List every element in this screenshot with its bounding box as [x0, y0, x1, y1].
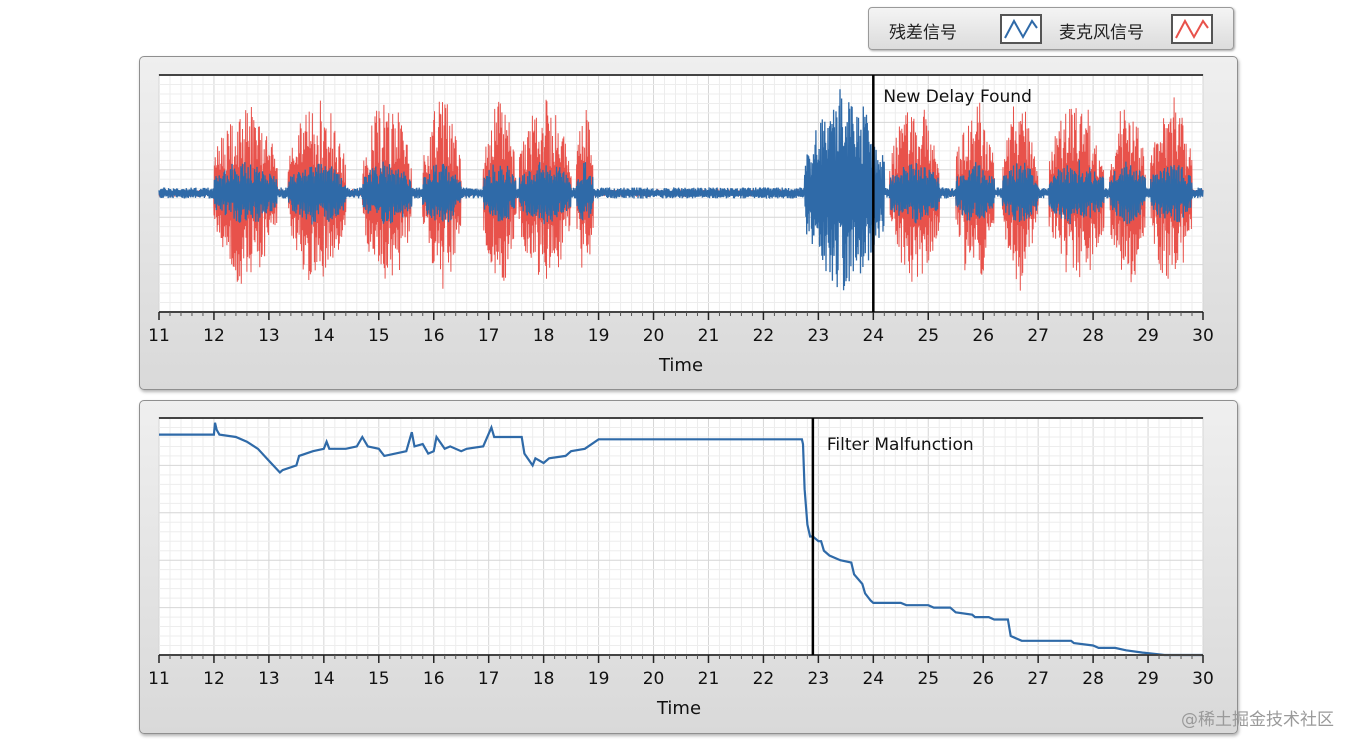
x-tick-label: 27 — [1027, 326, 1049, 346]
x-tick-label: 13 — [258, 326, 280, 346]
x-tick-label: 19 — [588, 326, 610, 346]
x-tick-label: 11 — [148, 326, 170, 346]
x-tick-label: 21 — [698, 326, 720, 346]
signal-chart: 11 12 13 14 15 16 17 18 19 20 21 22 23 24 25 26 27 28 29 30… — [148, 74, 1214, 376]
x-tick-label: 26 — [972, 326, 994, 346]
x-tick-label: 25 — [917, 326, 939, 346]
annotation-new-delay: New Delay Found — [883, 87, 1032, 107]
x-tick-label: 16 — [423, 326, 445, 346]
x-tick-label: 23 — [808, 326, 830, 346]
x-tick-label: 17 — [478, 326, 500, 346]
x-tick-label: 15 — [368, 326, 390, 346]
x-tick-label: 24 — [862, 326, 884, 346]
x-tick-label: 28 — [1082, 326, 1104, 346]
x-tick-label: 22 — [753, 326, 775, 346]
x-tick-label: 29 — [1137, 326, 1159, 346]
x-tick-label: 20 — [643, 326, 665, 346]
watermark: @稀土掘金技术社区 — [1181, 710, 1334, 730]
x-tick-label: 14 — [313, 326, 335, 346]
x-tick-label: 30 — [1192, 326, 1214, 346]
x-axis-title: Time — [658, 355, 703, 376]
x-tick-label: 18 — [533, 326, 555, 346]
x-tick-label: 12 — [203, 326, 225, 346]
